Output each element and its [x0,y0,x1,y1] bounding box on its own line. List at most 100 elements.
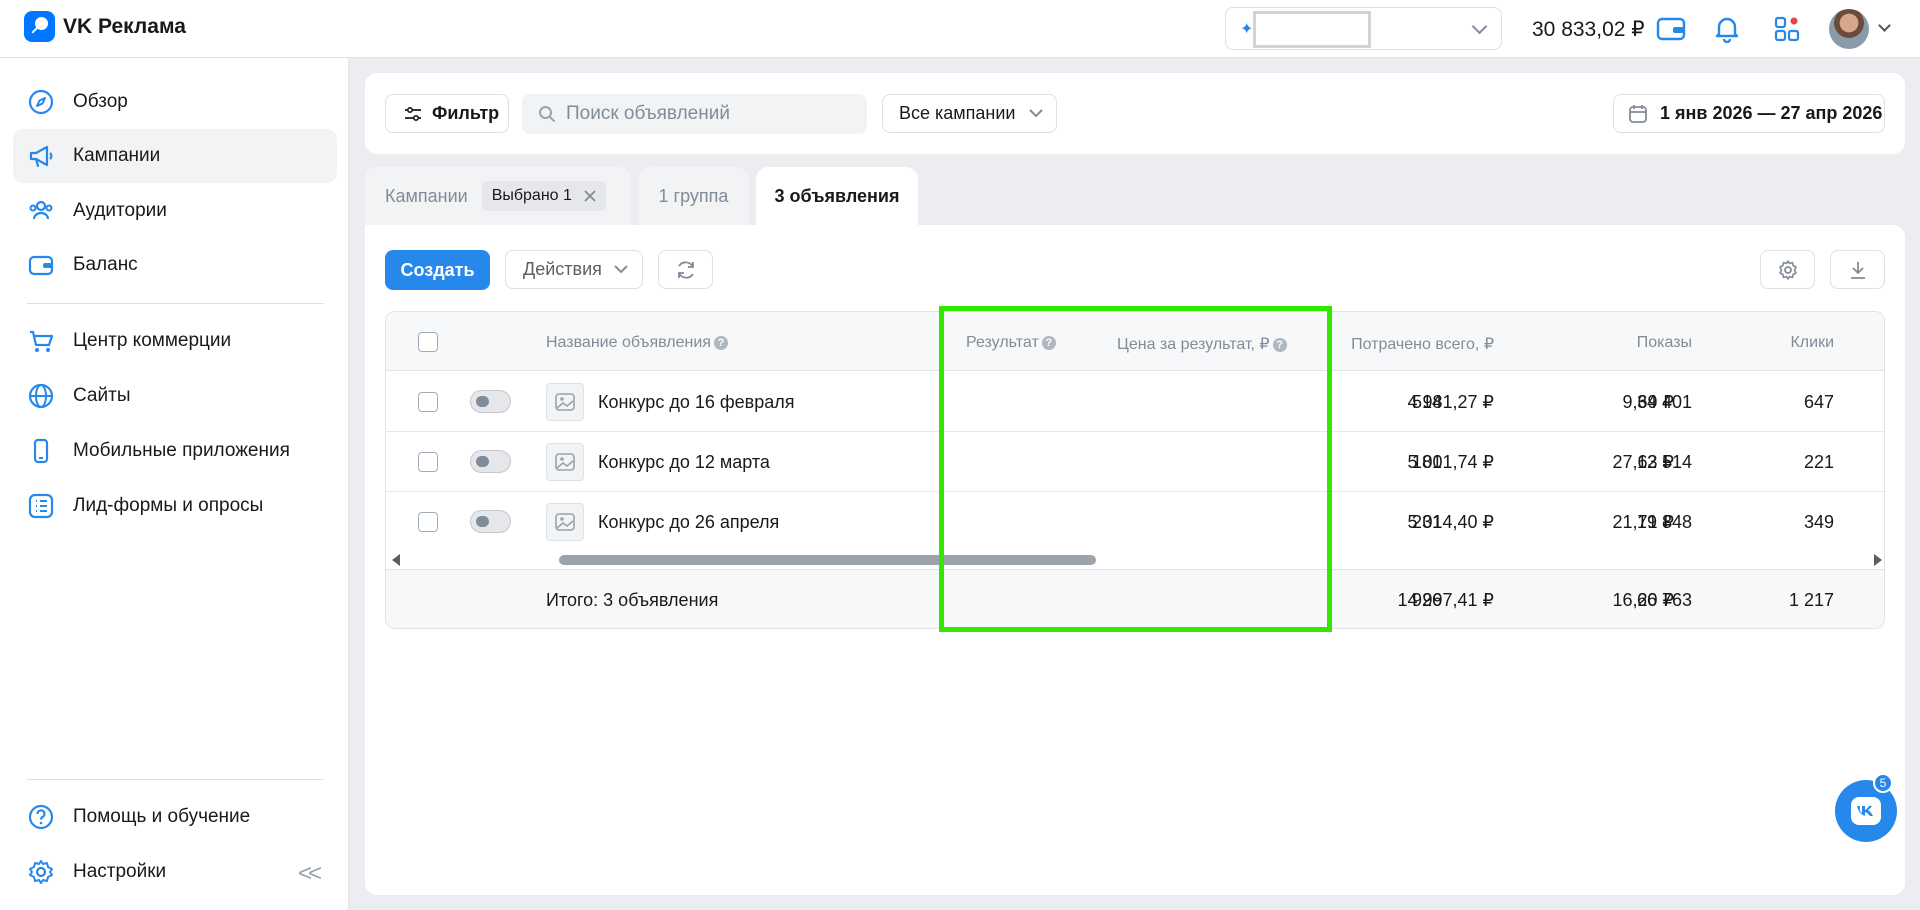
sidebar-divider [27,779,324,780]
row-checkbox[interactable] [418,512,438,532]
sidebar-item-label: Лид-формы и опросы [73,495,264,516]
help-icon [28,804,54,830]
audience-icon [29,200,53,220]
collapse-sidebar-icon[interactable]: << [298,860,322,888]
table-header: Название объявления? Результат? Цена за … [386,312,1884,371]
select-all-checkbox[interactable] [418,332,438,352]
column-header-label: Результат [966,334,1039,351]
globe-icon [28,383,54,409]
row-checkbox[interactable] [418,392,438,412]
date-range-picker[interactable]: 1 янв 2026 — 27 апр 2026 [1613,94,1885,133]
help-icon[interactable]: ? [1041,336,1056,350]
top-header: VK Реклама ✦ 30 833,02 ₽ [0,0,1920,58]
total-label: Итого: 3 объявления [546,590,719,610]
selected-chip-label: Выбрано 1 [491,187,572,204]
list-icon [28,493,54,519]
scrollbar-thumb[interactable] [559,555,1096,565]
column-header-label: Цена за результат, ₽ [1117,336,1270,353]
close-icon[interactable] [584,190,596,202]
settings-button[interactable] [1760,250,1815,289]
sidebar-item-audiences[interactable]: Аудитории [13,184,337,238]
sidebar-item-label: Обзор [73,91,128,112]
image-placeholder-icon [555,393,575,411]
row-checkbox[interactable] [418,452,438,472]
ad-status-toggle[interactable] [470,390,511,413]
actions-dropdown[interactable]: Действия [505,250,643,289]
sidebar-item-overview[interactable]: Обзор [13,75,337,129]
ad-status-toggle[interactable] [470,450,511,473]
ad-name[interactable]: Конкурс до 16 февраля [598,392,795,413]
filter-sliders-icon [405,106,421,121]
download-icon [1850,261,1865,279]
vk-ads-logo-icon [24,11,55,42]
horizontal-scrollbar[interactable] [386,549,1884,566]
scroll-right-arrow-icon[interactable] [1874,554,1882,566]
ad-thumbnail [546,503,584,541]
ad-clicks: 349 [1803,512,1834,532]
phone-icon [33,438,49,464]
tab-campaigns[interactable]: Кампании Выбрано 1 [365,167,631,225]
sidebar-item-mobile-apps[interactable]: Мобильные приложения [13,424,337,478]
sidebar-item-balance[interactable]: Баланс [13,238,337,292]
table-row[interactable]: Конкурс до 16 февраля 514 9,69 ₽ 4 981,2… [386,372,1884,432]
filter-button[interactable]: Фильтр [385,94,509,133]
megaphone-icon [29,145,53,168]
wallet-icon[interactable] [1655,13,1687,45]
campaigns-dropdown[interactable]: Все кампании [882,94,1057,133]
account-selector[interactable]: ✦ [1225,7,1502,50]
download-button[interactable] [1830,250,1885,289]
calendar-icon [1629,104,1647,123]
sparkle-icon: ✦ [1240,21,1254,38]
user-avatar[interactable] [1829,9,1869,49]
tab-groups[interactable]: 1 группа [638,167,749,225]
refresh-button[interactable] [658,250,713,289]
tab-label: 3 объявления [774,185,900,206]
scroll-left-arrow-icon[interactable] [392,554,400,566]
sidebar-item-label: Помощь и обучение [73,806,251,827]
tab-ads[interactable]: 3 объявления [756,167,918,225]
total-spent: 14 997,41 ₽ [1397,590,1494,610]
image-placeholder-icon [555,513,575,531]
column-header-name[interactable]: Название объявления? [546,334,728,352]
sidebar-item-sites[interactable]: Сайты [13,369,337,423]
ad-spent: 5 001,74 ₽ [1407,452,1494,472]
help-icon[interactable]: ? [1272,338,1287,352]
sidebar-item-label: Кампании [73,145,161,166]
tab-label: Кампании [385,185,468,206]
table-row[interactable]: Конкурс до 12 марта 181 27,63 ₽ 5 001,74… [386,432,1884,492]
app-title: VK Реклама [63,14,186,38]
balance-amount[interactable]: 30 833,02 ₽ [1532,17,1645,42]
column-header-clicks[interactable]: Клики [1790,334,1834,352]
wallet-icon [28,255,54,276]
actions-label: Действия [523,259,602,279]
create-button[interactable]: Создать [385,250,490,290]
table-row[interactable]: Конкурс до 26 апреля 231 21,71 ₽ 5 014,4… [386,492,1884,552]
chevron-down-icon[interactable] [1878,19,1891,32]
chevron-down-icon [1029,109,1044,118]
ad-name[interactable]: Конкурс до 12 марта [598,452,770,473]
apps-grid-icon[interactable] [1771,13,1803,45]
sidebar-item-label: Аудитории [73,200,167,221]
ad-clicks: 221 [1803,452,1834,472]
sidebar-item-lead-forms[interactable]: Лид-формы и опросы [13,479,337,533]
column-header-impressions[interactable]: Показы [1637,334,1692,352]
bell-icon[interactable] [1711,13,1743,45]
column-header-result[interactable]: Результат? [966,334,1056,352]
image-placeholder-icon [555,453,575,471]
sidebar-item-campaigns[interactable]: Кампании [13,129,337,183]
ad-spent: 5 014,40 ₽ [1407,512,1494,532]
chevron-down-icon [1471,18,1488,35]
column-header-spent[interactable]: Потрачено всего, ₽ [1351,334,1494,354]
sidebar: Обзор Кампании Аудитории Баланс Центр ко… [0,58,349,910]
sidebar-item-commerce[interactable]: Центр коммерции [13,314,337,368]
sidebar-item-help[interactable]: Помощь и обучение [13,790,337,844]
ad-status-toggle[interactable] [470,510,511,533]
ad-name[interactable]: Конкурс до 26 апреля [598,512,779,533]
column-header-price[interactable]: Цена за результат, ₽? [1117,334,1287,354]
sidebar-item-settings[interactable]: Настройки [13,845,337,899]
help-icon[interactable]: ? [713,336,728,350]
app-logo[interactable]: VK Реклама [24,11,186,42]
column-header-label: Название объявления [546,334,711,351]
table-total-row: Итого: 3 объявления 926 16,20 ₽ 14 997,4… [386,569,1884,628]
search-input[interactable]: Поиск объявлений [522,94,867,134]
